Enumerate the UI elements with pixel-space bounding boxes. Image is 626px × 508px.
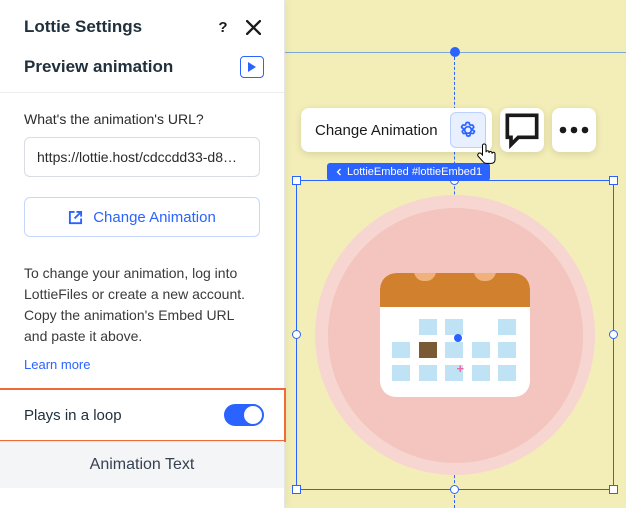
animation-text-section[interactable]: Animation Text (0, 441, 284, 488)
selection-frame[interactable]: + (296, 180, 614, 490)
comment-button[interactable] (500, 108, 544, 152)
chat-icon (500, 108, 544, 152)
more-icon (552, 108, 596, 152)
more-button[interactable] (552, 108, 596, 152)
animation-url-input[interactable] (24, 137, 260, 177)
settings-button[interactable] (450, 112, 486, 148)
calendar-graphic: + (380, 273, 530, 397)
toolbar-main: Change Animation (301, 108, 492, 152)
resize-handle-lm[interactable] (292, 330, 301, 339)
element-tag-label: LottieEmbed #lottieEmbed1 (347, 166, 482, 178)
preview-row[interactable]: Preview animation (0, 48, 284, 93)
resize-handle-br[interactable] (609, 485, 618, 494)
resize-handle-tl[interactable] (292, 176, 301, 185)
change-animation-button[interactable]: Change Animation (24, 197, 260, 237)
url-label: What's the animation's URL? (24, 111, 260, 127)
play-icon[interactable] (240, 56, 264, 78)
lottie-settings-panel: Lottie Settings ? Preview animation What… (0, 0, 285, 508)
resize-handle-bm[interactable] (450, 485, 459, 494)
change-animation-label: Change Animation (93, 209, 216, 226)
element-tag[interactable]: LottieEmbed #lottieEmbed1 (327, 163, 490, 181)
external-link-icon (68, 210, 83, 225)
close-icon[interactable] (242, 16, 264, 38)
panel-header: Lottie Settings ? (0, 0, 284, 48)
resize-handle-bl[interactable] (292, 485, 301, 494)
loop-toggle[interactable] (224, 404, 264, 426)
chevron-left-icon (335, 168, 343, 176)
lottie-preview: + (305, 189, 605, 481)
help-text: To change your animation, log into Lotti… (0, 255, 284, 351)
editor-canvas[interactable]: Change Animation LottieEmbed #lottieEmbe… (285, 0, 626, 508)
preview-label: Preview animation (24, 57, 240, 77)
help-icon[interactable]: ? (212, 16, 234, 38)
toolbar-change-animation[interactable]: Change Animation (315, 122, 444, 139)
resize-handle-rm[interactable] (609, 330, 618, 339)
learn-more-link[interactable]: Learn more (0, 351, 284, 388)
loop-label: Plays in a loop (24, 407, 224, 424)
plays-in-loop-row: Plays in a loop (0, 388, 286, 442)
gear-icon (458, 120, 478, 140)
url-section: What's the animation's URL? (0, 93, 284, 189)
element-toolbar: Change Animation (301, 108, 596, 152)
resize-handle-tr[interactable] (609, 176, 618, 185)
panel-title: Lottie Settings (24, 17, 204, 37)
